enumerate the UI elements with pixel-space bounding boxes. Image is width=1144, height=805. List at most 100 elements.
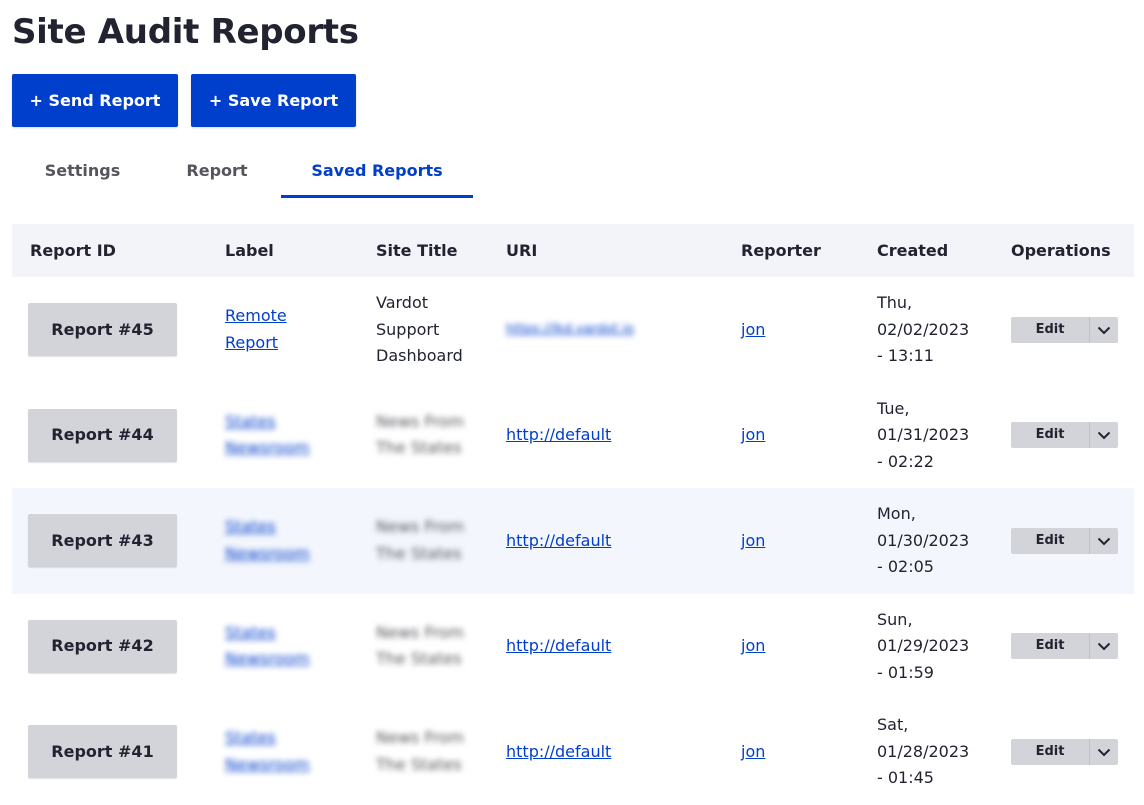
- table-row: Report #45 Remote Report Vardot Support Das…: [12, 277, 1134, 383]
- chevron-down-icon: [1097, 633, 1111, 660]
- operations-group: Edit: [1011, 527, 1118, 555]
- tab-saved-reports[interactable]: Saved Reports: [281, 146, 473, 198]
- site-title-line: Support: [376, 319, 440, 339]
- operations-dropdown-button[interactable]: [1090, 422, 1118, 449]
- site-title-line: The States: [376, 649, 462, 669]
- col-header-reporter: Reporter: [741, 241, 821, 260]
- save-report-button[interactable]: + Save Report: [191, 74, 356, 127]
- label-line: Report: [225, 332, 279, 352]
- chevron-down-icon: [1097, 528, 1111, 555]
- col-header-operations: Operations: [1011, 241, 1111, 260]
- site-title-line: Vardot: [376, 293, 429, 312]
- created-line: - 02:05: [877, 557, 934, 576]
- tab-report[interactable]: Report: [153, 146, 281, 198]
- created-line: - 01:59: [877, 662, 934, 682]
- col-header-uri: URI: [506, 241, 538, 260]
- send-report-button[interactable]: + Send Report: [12, 74, 178, 127]
- report-id-button[interactable]: Report #41: [28, 725, 177, 779]
- created-line: 01/28/2023: [877, 741, 970, 761]
- operations-dropdown-button[interactable]: [1090, 738, 1118, 766]
- edit-button[interactable]: Edit: [1011, 422, 1090, 449]
- site-title-line: News From: [376, 622, 464, 642]
- label-line: States: [225, 411, 276, 431]
- reporter-link[interactable]: jon: [741, 528, 765, 555]
- table-header: Report ID Label Site Title URI Reporter …: [12, 224, 1134, 277]
- created-line: 01/31/2023: [877, 425, 970, 444]
- chevron-down-icon: [1097, 422, 1111, 449]
- report-label-link[interactable]: Remote Report: [225, 303, 325, 356]
- reporter-link[interactable]: jon: [741, 739, 765, 766]
- created-line: 02/02/2023: [877, 319, 970, 339]
- operations-group: Edit: [1011, 422, 1118, 449]
- site-title: News From The States: [376, 514, 486, 567]
- uri-link[interactable]: http://default: [506, 528, 611, 555]
- created-line: Sun,: [877, 609, 913, 629]
- label-line: Remote: [225, 306, 287, 326]
- created-line: Sat,: [877, 715, 909, 734]
- table-body: Report #45 Remote Report Vardot Support Das…: [12, 277, 1134, 805]
- created-date: Tue, 01/31/2023 - 02:22: [877, 396, 969, 476]
- operations-dropdown-button[interactable]: [1090, 527, 1118, 555]
- site-title-line: Dashboard: [376, 346, 463, 365]
- created-line: Tue,: [877, 398, 910, 418]
- label-line: States: [225, 728, 276, 748]
- created-date: Thu, 02/02/2023 - 13:11: [877, 290, 969, 370]
- operations-dropdown-button[interactable]: [1090, 633, 1118, 660]
- label-line: Newsroom: [225, 438, 310, 458]
- edit-button[interactable]: Edit: [1011, 527, 1090, 554]
- site-title-line: The States: [376, 754, 462, 774]
- tab-bar: Settings Report Saved Reports: [12, 146, 473, 198]
- col-header-report-id: Report ID: [30, 241, 116, 260]
- created-date: Sun, 01/29/2023 - 01:59: [877, 607, 969, 687]
- edit-button[interactable]: Edit: [1011, 316, 1090, 343]
- created-line: Thu,: [877, 293, 913, 312]
- label-line: Newsroom: [225, 543, 310, 563]
- created-line: Mon,: [877, 504, 916, 523]
- operations-dropdown-button[interactable]: [1090, 316, 1118, 344]
- created-line: 01/29/2023: [877, 636, 970, 655]
- created-line: - 13:11: [877, 346, 934, 365]
- created-line: - 02:22: [877, 451, 934, 471]
- edit-button[interactable]: Edit: [1011, 633, 1090, 660]
- report-id-button[interactable]: Report #42: [28, 619, 177, 673]
- col-header-created: Created: [877, 241, 949, 260]
- report-id-button[interactable]: Report #43: [28, 514, 177, 568]
- operations-group: Edit: [1011, 633, 1118, 660]
- label-line: Newsroom: [225, 649, 310, 669]
- site-title-line: News From: [376, 517, 464, 537]
- created-line: 01/30/2023: [877, 530, 970, 550]
- uri-link[interactable]: http://default: [506, 633, 611, 660]
- reporter-link[interactable]: jon: [741, 317, 765, 344]
- saved-reports-table: Report ID Label Site Title URI Reporter …: [12, 224, 1134, 805]
- site-title: News From The States: [376, 725, 486, 778]
- reporter-link[interactable]: jon: [741, 633, 765, 660]
- created-line: - 01:45: [877, 768, 934, 787]
- operations-group: Edit: [1011, 738, 1118, 766]
- report-label-link[interactable]: States Newsroom: [225, 620, 325, 673]
- created-date: Sat, 01/28/2023 - 01:45: [877, 712, 969, 792]
- report-label-link[interactable]: States Newsroom: [225, 409, 325, 462]
- site-title: News From The States: [376, 409, 486, 462]
- operations-group: Edit: [1011, 316, 1118, 344]
- report-id-button[interactable]: Report #44: [28, 408, 177, 462]
- report-id-button[interactable]: Report #45: [28, 303, 177, 357]
- chevron-down-icon: [1097, 317, 1111, 344]
- page-title: Site Audit Reports: [12, 12, 359, 52]
- label-line: States: [225, 517, 276, 537]
- site-title-line: The States: [376, 438, 462, 458]
- chevron-down-icon: [1097, 739, 1111, 766]
- table-row: Report #43 States Newsroom News From The S…: [12, 488, 1134, 594]
- tab-settings[interactable]: Settings: [12, 146, 153, 198]
- site-title: Vardot Support Dashboard: [376, 290, 486, 370]
- site-title-line: News From: [376, 411, 464, 431]
- report-label-link[interactable]: States Newsroom: [225, 725, 325, 778]
- label-line: States: [225, 622, 276, 642]
- uri-link[interactable]: https://lkd.vardot.io: [506, 317, 634, 344]
- report-label-link[interactable]: States Newsroom: [225, 514, 325, 567]
- edit-button[interactable]: Edit: [1011, 738, 1090, 765]
- uri-link[interactable]: http://default: [506, 422, 611, 449]
- reporter-link[interactable]: jon: [741, 422, 765, 449]
- table-row: Report #41 States Newsroom News From The S…: [12, 699, 1134, 805]
- site-title-line: News From: [376, 728, 464, 748]
- uri-link[interactable]: http://default: [506, 739, 611, 766]
